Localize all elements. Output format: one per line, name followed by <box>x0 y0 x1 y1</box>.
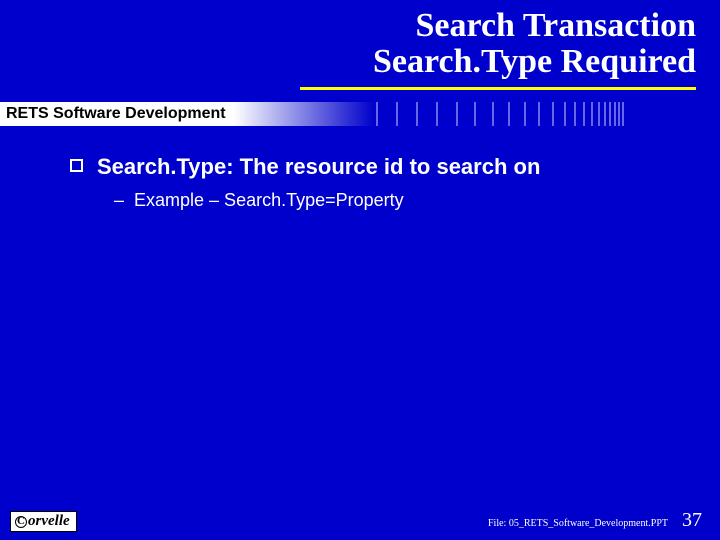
sub-bullet-item: – Example – Search.Type=Property <box>114 190 680 212</box>
subtitle-text: RETS Software Development <box>0 102 234 126</box>
title-line-2: Search.Type Required <box>24 44 696 80</box>
footer-right: File: 05_RETS_Software_Development.PPT 3… <box>488 509 702 532</box>
logo-badge: Corvelle <box>10 511 77 532</box>
title-line-1: Search Transaction <box>24 8 696 44</box>
sub-bullet-text: Example – Search.Type=Property <box>134 190 404 211</box>
subtitle-bar: RETS Software Development <box>0 102 720 126</box>
copyright-icon: C <box>15 516 27 528</box>
logo-text: orvelle <box>28 513 70 530</box>
page-number: 37 <box>682 509 702 532</box>
subtitle-decorative-bars <box>374 102 720 126</box>
title-underline <box>300 87 696 90</box>
bullet-item: Search.Type: The resource id to search o… <box>70 154 680 180</box>
subtitle-gradient <box>234 102 374 126</box>
square-bullet-icon <box>70 159 83 172</box>
bullet-text: Search.Type: The resource id to search o… <box>97 154 540 180</box>
slide-body: Search.Type: The resource id to search o… <box>0 126 720 212</box>
dash-bullet-icon: – <box>114 190 124 212</box>
file-label: File: 05_RETS_Software_Development.PPT <box>488 518 668 529</box>
slide-footer: Corvelle File: 05_RETS_Software_Developm… <box>0 509 720 532</box>
slide-title: Search Transaction Search.Type Required <box>0 0 720 85</box>
